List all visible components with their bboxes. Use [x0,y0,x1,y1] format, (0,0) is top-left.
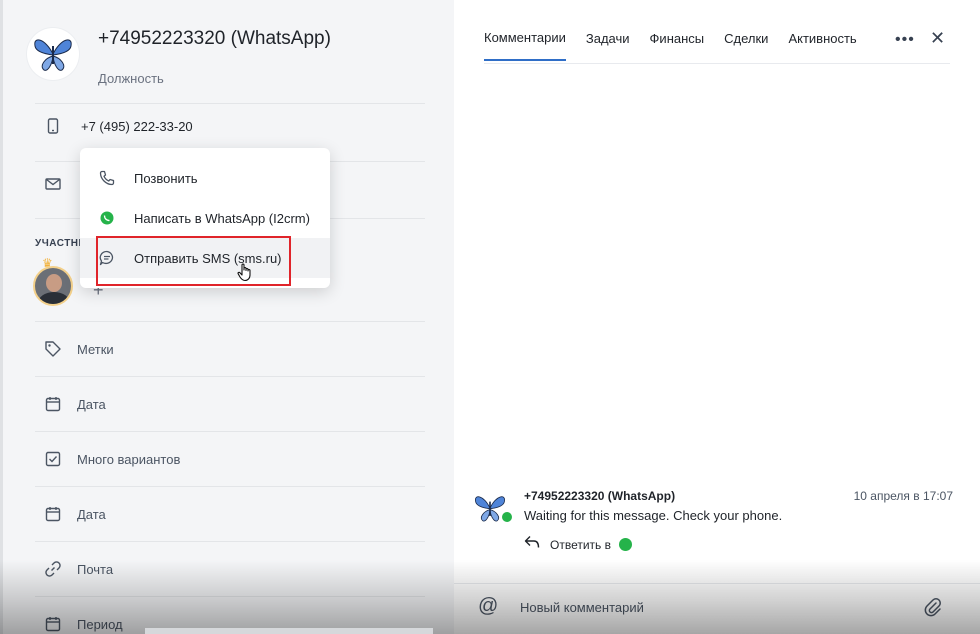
checkbox-icon [35,451,71,467]
more-icon[interactable]: ••• [895,31,915,49]
menu-item-label: Позвонить [134,170,198,186]
field-date-2[interactable]: Дата [35,487,425,541]
menu-item-call[interactable]: Позвонить [80,158,330,198]
menu-item-whatsapp[interactable]: Написать в WhatsApp (I2crm) [80,198,330,238]
field-label: Много вариантов [77,451,181,467]
tab-finance[interactable]: Финансы [650,31,705,60]
email-row[interactable] [35,178,71,190]
contact-avatar [27,28,79,80]
tag-icon [35,340,71,358]
comment-input[interactable]: Новый комментарий [520,600,644,615]
hand-cursor-icon [237,262,255,287]
composer-divider [454,583,980,584]
contact-panel: +74952223320 (WhatsApp) Должность +7 (49… [0,0,454,634]
close-icon[interactable]: ✕ [930,28,945,49]
phone-value[interactable]: +7 (495) 222-33-20 [81,119,193,134]
participant-avatar[interactable] [33,266,73,306]
position-field[interactable]: Должность [98,71,164,86]
tab-tasks[interactable]: Задачи [586,31,630,60]
field-label: Дата [77,506,106,522]
phone-icon [80,170,134,186]
highlight-box [96,236,291,286]
whatsapp-icon [619,538,633,551]
mention-icon[interactable]: @ [478,595,498,618]
tab-deals[interactable]: Сделки [724,31,768,60]
divider [35,103,425,104]
message-time: 10 апреля в 17:07 [853,489,953,503]
whatsapp-icon [80,211,134,225]
calendar-icon [35,396,71,412]
contact-title[interactable]: +74952223320 (WhatsApp) [98,28,331,50]
message-author: +74952223320 (WhatsApp) [524,489,676,503]
field-tags[interactable]: Метки [35,322,425,376]
tab-comments[interactable]: Комментарии [484,30,566,61]
message-text: Waiting for this message. Check your pho… [524,508,783,523]
participants-label: УЧАСТНИ [35,238,87,249]
butterfly-icon [34,39,72,71]
horizontal-scrollbar[interactable] [145,628,433,634]
tab-activity[interactable]: Активность [788,31,856,60]
field-date[interactable]: Дата [35,377,425,431]
field-label: Дата [77,396,106,412]
phone-row[interactable]: +7 (495) 222-33-20 [35,118,193,134]
link-icon [35,560,71,578]
tab-bar: Комментарии Задачи Финансы Сделки Активн… [484,30,877,61]
field-label: Метки [77,341,114,357]
reply-button[interactable]: Ответить в [524,535,633,554]
field-mail[interactable]: Почта [35,542,425,596]
tabs-divider [484,63,950,64]
paperclip-icon[interactable] [924,597,942,622]
mail-icon [35,178,71,190]
reply-label: Ответить в [550,537,612,552]
field-label: Почта [77,561,114,577]
mobile-phone-icon [35,118,71,134]
reply-icon [524,535,540,554]
activity-panel: Комментарии Задачи Финансы Сделки Активн… [454,0,980,634]
whatsapp-icon [500,510,514,524]
field-label: Период [77,616,123,632]
calendar-icon [35,616,71,632]
field-multi-choice[interactable]: Много вариантов [35,432,425,486]
calendar-icon [35,506,71,522]
menu-item-label: Написать в WhatsApp (I2crm) [134,210,310,226]
